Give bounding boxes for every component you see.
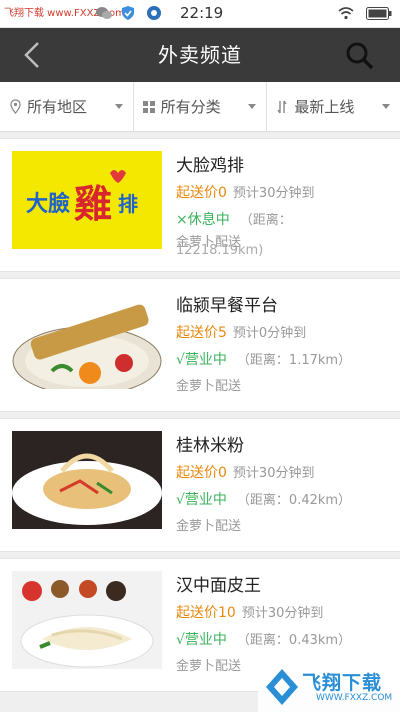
- fxxz-logo-icon: [266, 669, 298, 705]
- delivery-provider: 金萝卜配送: [176, 659, 242, 674]
- shop-status-row: √营业中 （距离：1.17km）: [176, 349, 351, 369]
- shop-distance: （距离：0.43km）: [236, 633, 352, 648]
- shop-distance: （距离：1.17km）: [236, 353, 352, 368]
- shop-thumbnail: [12, 431, 162, 529]
- watermark-brand-text: 飞翔下载: [302, 672, 383, 694]
- shop-item[interactable]: 临颍早餐平台 起送价5 预计0分钟到 √营业中 （距离：1.17km） 金萝卜配送: [0, 278, 400, 412]
- shop-status-row: ×休息中 （距离：: [176, 209, 292, 229]
- app-icon: [146, 5, 162, 21]
- wifi-icon: [338, 5, 354, 21]
- location-pin-icon: [8, 99, 22, 115]
- shop-distance-overflow: 12218.19km): [176, 243, 264, 258]
- shop-thumbnail: 大臉 雞 排: [12, 151, 162, 249]
- svg-text:雞: 雞: [74, 182, 112, 226]
- wechat-icon: [96, 5, 112, 21]
- delivery-provider: 金萝卜配送: [176, 379, 242, 394]
- search-icon[interactable]: [344, 40, 376, 72]
- status-badge: ×休息中: [176, 212, 230, 228]
- status-badge: √营业中: [176, 352, 227, 368]
- shop-distance: （距离：0.42km）: [236, 493, 352, 508]
- delivery-eta: 预计30分钟到: [232, 466, 315, 481]
- delivery-eta: 预计0分钟到: [232, 326, 307, 341]
- svg-text:排: 排: [118, 192, 138, 216]
- shop-meta: 起送价0 预计30分钟到: [176, 182, 314, 202]
- shield-icon: [120, 5, 136, 21]
- status-bar: 飞翔下载 www.FXXZ.com 22:19: [0, 0, 400, 28]
- filter-category-label: 所有分类: [160, 98, 221, 116]
- shop-meta: 起送价5 预计0分钟到: [176, 322, 306, 342]
- min-order-price: 起送价10: [176, 605, 236, 621]
- download-site-watermark: 飞翔下载 WWW.FXXZ.COM: [258, 662, 400, 712]
- shop-distance: （距离：: [239, 213, 292, 228]
- shop-status-row: √营业中 （距离：0.42km）: [176, 489, 351, 509]
- shop-item[interactable]: 桂林米粉 起送价0 预计30分钟到 √营业中 （距离：0.42km） 金萝卜配送: [0, 418, 400, 552]
- shop-name: 临颍早餐平台: [176, 296, 278, 316]
- shop-item[interactable]: 大臉 雞 排 大脸鸡排 起送价0 预计30分钟到 ×休息中 （距离： 金萝卜配送 1…: [0, 138, 400, 272]
- status-badge: √营业中: [176, 632, 227, 648]
- filter-category[interactable]: 所有分类: [134, 82, 268, 131]
- battery-icon: [366, 5, 392, 21]
- shop-meta: 起送价0 预计30分钟到: [176, 462, 314, 482]
- delivery-eta: 预计30分钟到: [241, 606, 324, 621]
- delivery-provider: 金萝卜配送: [176, 519, 242, 534]
- shop-name: 桂林米粉: [176, 436, 244, 456]
- filter-bar: 所有地区 所有分类 最新上线: [0, 82, 400, 132]
- grid-icon: [142, 99, 156, 115]
- dropdown-caret-icon: [248, 104, 257, 109]
- shop-meta: 起送价10 预计30分钟到: [176, 602, 323, 622]
- min-order-price: 起送价0: [176, 465, 227, 481]
- shop-status-row: √营业中 （距离：0.43km）: [176, 629, 351, 649]
- min-order-price: 起送价0: [176, 185, 227, 201]
- shop-thumbnail: [12, 571, 162, 669]
- watermark-url-text: WWW.FXXZ.COM: [316, 693, 393, 703]
- status-badge: √营业中: [176, 492, 227, 508]
- shop-name: 汉中面皮王: [176, 576, 261, 596]
- filter-region-label: 所有地区: [27, 98, 88, 116]
- filter-sort-label: 最新上线: [294, 98, 355, 116]
- svg-text:大臉: 大臉: [26, 191, 70, 217]
- page-title: 外卖频道: [158, 43, 242, 67]
- shop-name: 大脸鸡排: [176, 156, 244, 176]
- dropdown-caret-icon: [382, 104, 391, 109]
- dropdown-caret-icon: [114, 104, 123, 109]
- filter-sort[interactable]: 最新上线: [267, 82, 400, 131]
- nav-bar: 外卖频道: [0, 28, 400, 82]
- filter-region[interactable]: 所有地区: [0, 82, 134, 131]
- sort-icon: [275, 99, 289, 115]
- min-order-price: 起送价5: [176, 325, 227, 341]
- shop-thumbnail: [12, 291, 162, 389]
- clock-time: 22:19: [180, 4, 224, 22]
- delivery-eta: 预计30分钟到: [232, 186, 315, 201]
